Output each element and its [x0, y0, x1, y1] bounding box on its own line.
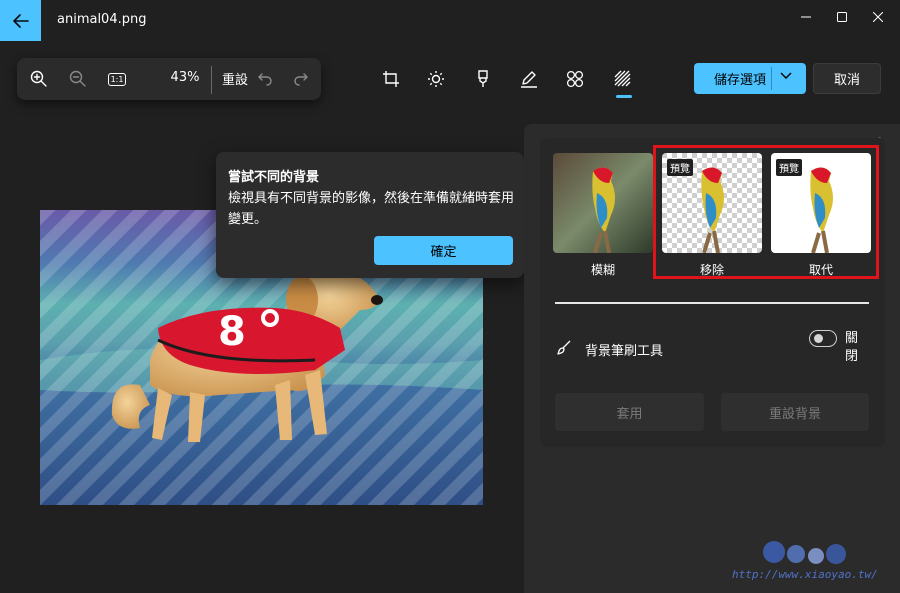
minimize-button[interactable] [794, 6, 818, 28]
window-title: animal04.png [57, 12, 147, 27]
close-icon [873, 12, 883, 22]
save-split-divider [771, 67, 772, 90]
zoom-out-button[interactable] [64, 66, 92, 92]
svg-text:http://www.xiaoyao.tw/: http://www.xiaoyao.tw/ [732, 568, 878, 581]
chevron-down-icon[interactable] [780, 72, 792, 80]
brush-icon [557, 340, 571, 355]
zoom-in-button[interactable] [25, 66, 53, 92]
panel-divider [555, 302, 869, 304]
teaching-tip-ok-button[interactable]: 確定 [374, 236, 513, 265]
toolbar-divider [211, 66, 212, 94]
save-options-button[interactable]: 儲存選項 [694, 63, 806, 94]
background-tool[interactable] [610, 68, 636, 90]
apply-button[interactable]: 套用 [555, 393, 704, 431]
teaching-tip-body: 檢視具有不同背景的影像，然後在準備就緒時套用變更。 [228, 191, 515, 227]
blur-background-option[interactable] [553, 153, 653, 253]
brightness-icon [428, 71, 444, 87]
zoom-out-icon [69, 70, 86, 87]
crop-icon [383, 71, 399, 87]
watermark-logo: http://www.xiaoyao.tw/ [712, 536, 892, 586]
annotation-highlight-box [653, 145, 879, 279]
draw-tool[interactable] [516, 68, 542, 90]
retouch-tool[interactable] [562, 68, 588, 90]
markup-icon [478, 70, 488, 87]
close-button[interactable] [866, 6, 890, 28]
teaching-tip-title: 嘗試不同的背景 [228, 170, 320, 185]
reset-background-button[interactable]: 重設背景 [721, 393, 869, 431]
svg-text:8: 8 [218, 309, 246, 355]
actual-size-icon: 1:1 [107, 72, 127, 86]
back-button[interactable] [0, 0, 41, 41]
cancel-button[interactable]: 取消 [813, 63, 881, 94]
actual-size-button[interactable]: 1:1 [103, 66, 131, 92]
toggle-knob [814, 334, 823, 343]
crop-tool[interactable] [378, 68, 404, 90]
blur-option-label: 模糊 [590, 263, 615, 277]
redo-icon [294, 73, 308, 86]
toggle-state-label: 關閉 [845, 331, 859, 364]
undo-icon [258, 73, 272, 86]
retouch-icon [566, 70, 584, 88]
redo-button[interactable] [287, 66, 315, 92]
zoom-toolbar: 1:1 43% 重設 [17, 58, 321, 100]
parrot-blur-thumbnail [553, 153, 653, 253]
background-icon [614, 70, 631, 87]
undo-button[interactable] [251, 66, 279, 92]
teaching-tip: 嘗試不同的背景 檢視具有不同背景的影像，然後在準備就緒時套用變更。 確定 [216, 152, 524, 278]
save-options-label: 儲存選項 [714, 73, 767, 88]
maximize-button[interactable] [830, 6, 854, 28]
arrow-left-icon [12, 13, 29, 28]
minimize-icon [801, 16, 811, 18]
maximize-icon [837, 12, 847, 22]
draw-icon [521, 71, 537, 88]
background-brush-tool-label: 背景筆刷工具 [585, 344, 664, 359]
adjust-tool[interactable] [423, 68, 449, 90]
zoom-in-icon [30, 70, 47, 87]
background-brush-toggle[interactable] [809, 330, 837, 347]
active-tool-indicator [616, 95, 632, 98]
zoom-level[interactable]: 43% [167, 70, 203, 85]
reset-button[interactable]: 重設 [222, 69, 248, 88]
markup-tool[interactable] [470, 68, 496, 90]
